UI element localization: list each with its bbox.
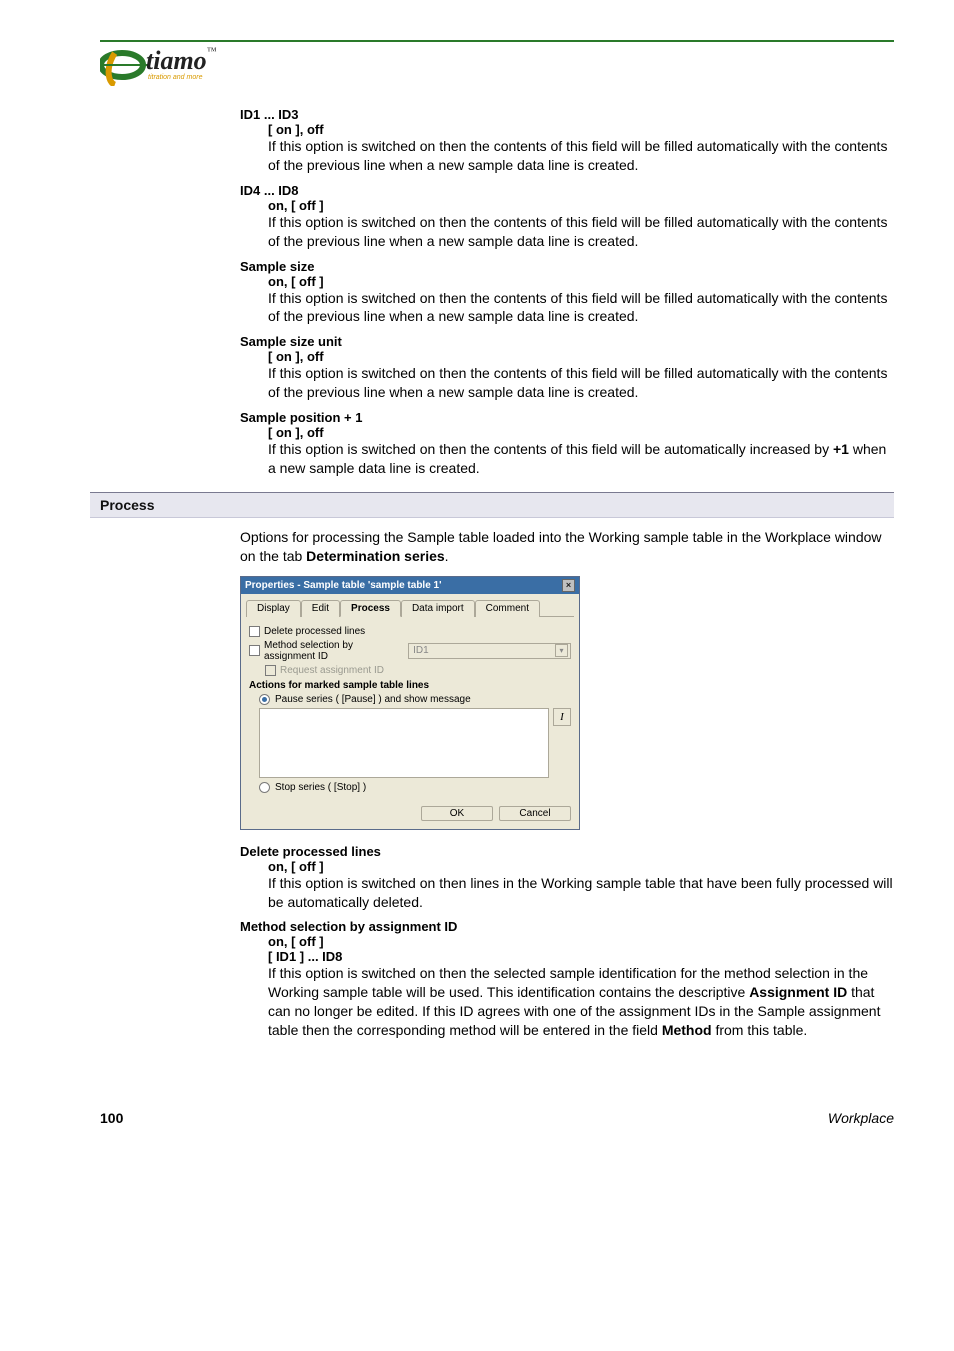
dialog-tabs: Display Edit Process Data import Comment [246, 599, 574, 617]
label-stop-series: Stop series ( [Stop] ) [275, 782, 366, 793]
def-head-sample-position: Sample position + 1 [240, 410, 894, 425]
def-desc-sample-position: If this option is switched on then the c… [268, 440, 894, 478]
ok-button[interactable]: OK [421, 806, 493, 821]
def-desc-2: If this option is switched on then the c… [268, 289, 894, 327]
def-desc-1: If this option is switched on then the c… [268, 213, 894, 251]
def-head-2: Sample size [240, 259, 894, 274]
footer-section: Workplace [828, 1110, 894, 1126]
message-textarea[interactable] [259, 708, 549, 778]
def-head-method-selection: Method selection by assignment ID [240, 919, 894, 934]
tab-data-import[interactable]: Data import [401, 600, 475, 617]
tab-process[interactable]: Process [340, 600, 401, 617]
dialog-titlebar: Properties - Sample table 'sample table … [241, 577, 579, 594]
def-head-delete-processed: Delete processed lines [240, 844, 894, 859]
def-opt-1: on, [ off ] [268, 198, 894, 213]
def-desc-0: If this option is switched on then the c… [268, 137, 894, 175]
def-desc-3: If this option is switched on then the c… [268, 364, 894, 402]
group-actions-label: Actions for marked sample table lines [249, 680, 571, 691]
logo: tiamo™ titration and more [100, 44, 894, 89]
tab-edit[interactable]: Edit [301, 600, 340, 617]
header-rule [100, 40, 894, 42]
dialog-title-text: Properties - Sample table 'sample table … [245, 580, 442, 591]
def-opt-0: [ on ], off [268, 122, 894, 137]
label-method-selection: Method selection by assignment ID [264, 640, 404, 662]
tab-display[interactable]: Display [246, 600, 301, 617]
def-opt-3: [ on ], off [268, 349, 894, 364]
def-head-1: ID4 ... ID8 [240, 183, 894, 198]
process-intro: Options for processing the Sample table … [240, 528, 894, 566]
label-request-assignment: Request assignment ID [280, 665, 384, 676]
checkbox-request-assignment [265, 665, 276, 676]
close-icon[interactable]: × [562, 579, 575, 592]
def-opt-method-selection: on, [ off ] [268, 934, 894, 949]
def-head-3: Sample size unit [240, 334, 894, 349]
select-assignment-id[interactable]: ID1 ▾ [408, 643, 571, 659]
def-opt-sample-position: [ on ], off [268, 425, 894, 440]
properties-dialog: Properties - Sample table 'sample table … [240, 576, 580, 830]
def-desc-method-selection: If this option is switched on then the s… [268, 964, 894, 1040]
radio-stop-series[interactable] [259, 782, 270, 793]
logo-text: tiamo™ [146, 46, 216, 76]
label-delete-processed: Delete processed lines [264, 626, 365, 637]
label-pause-series: Pause series ( [Pause] ) and show messag… [275, 694, 471, 705]
page-footer: 100 Workplace [100, 1110, 894, 1126]
italic-button[interactable]: I [553, 708, 571, 726]
def-opt-2: on, [ off ] [268, 274, 894, 289]
checkbox-delete-processed[interactable] [249, 626, 260, 637]
radio-pause-series[interactable] [259, 694, 270, 705]
def-opt-delete-processed: on, [ off ] [268, 859, 894, 874]
cancel-button[interactable]: Cancel [499, 806, 571, 821]
logo-tagline: titration and more [148, 74, 202, 81]
section-heading-process: Process [90, 492, 894, 518]
tab-comment[interactable]: Comment [475, 600, 540, 617]
def-head-0: ID1 ... ID3 [240, 107, 894, 122]
def-desc-delete-processed: If this option is switched on then lines… [268, 874, 894, 912]
chevron-down-icon[interactable]: ▾ [555, 644, 568, 657]
checkbox-method-selection[interactable] [249, 645, 260, 656]
page-number: 100 [100, 1110, 123, 1126]
def-range-method-selection: [ ID1 ] ... ID8 [268, 949, 894, 964]
